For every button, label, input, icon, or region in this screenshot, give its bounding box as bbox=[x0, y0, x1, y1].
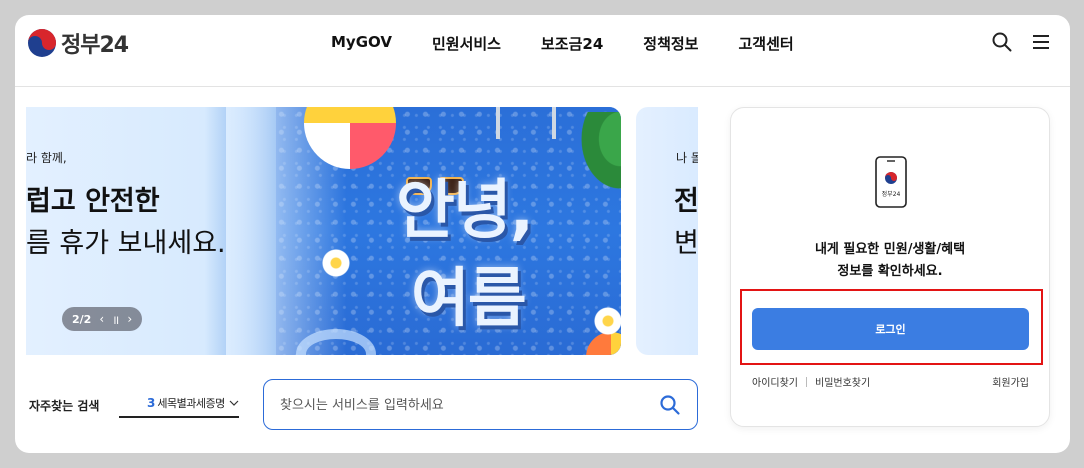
mobile-id-icon: 정부24 bbox=[875, 156, 907, 208]
phone-label: 정부24 bbox=[882, 191, 901, 198]
sign-up-link[interactable]: 회원가입 bbox=[992, 374, 1029, 389]
pool-ladder-image bbox=[496, 107, 556, 139]
banner-carousel: 라 함께, 럽고 안전한 름 휴가 보내세요. 안녕, 여름 2/2 ‹ ॥ ›… bbox=[26, 107, 698, 355]
flower-image bbox=[594, 307, 621, 335]
divider bbox=[806, 376, 807, 387]
service-search-box bbox=[263, 379, 698, 430]
find-id-link[interactable]: 아이디찾기 bbox=[752, 374, 798, 389]
banner-next-subtitle: 나 돌 bbox=[676, 151, 698, 165]
frequent-search-select[interactable]: 3 세목별과세증명 bbox=[119, 390, 239, 418]
pause-icon[interactable]: ॥ bbox=[112, 311, 119, 328]
browser-window: 정부24 MyGOV 민원서비스 보조금24 정책정보 고객센터 라 함께, 럽… bbox=[15, 15, 1070, 453]
login-message-line2: 정보를 확인하세요. bbox=[837, 264, 943, 279]
slide-counter: 2/2 bbox=[72, 312, 92, 326]
chevron-down-icon bbox=[229, 400, 239, 406]
login-message-line1: 내게 필요한 민원/생활/혜택 bbox=[814, 242, 966, 257]
banner-next-headline-2: 변 bbox=[674, 228, 698, 259]
palm-leaf-image bbox=[571, 112, 621, 202]
nav-item-customer-center[interactable]: 고객센터 bbox=[738, 33, 793, 54]
banner-subtitle: 라 함께, bbox=[26, 151, 67, 165]
nav-item-policy-info[interactable]: 정책정보 bbox=[643, 33, 698, 54]
search-icon[interactable] bbox=[659, 394, 681, 416]
main-nav: MyGOV 민원서비스 보조금24 정책정보 고객센터 bbox=[331, 33, 834, 54]
nav-item-civil-service[interactable]: 민원서비스 bbox=[432, 33, 501, 54]
nav-item-mygov[interactable]: MyGOV bbox=[331, 33, 392, 54]
banner-art-text-2: 여름 bbox=[411, 262, 527, 336]
menu-icon[interactable] bbox=[1030, 31, 1052, 53]
banner-headline-1: 럽고 안전한 bbox=[26, 186, 160, 217]
login-card: 정부24 내게 필요한 민원/생활/혜택 정보를 확인하세요. 로그인 아이디찾… bbox=[730, 107, 1050, 427]
banner-slide-summer[interactable]: 라 함께, 럽고 안전한 름 휴가 보내세요. 안녕, 여름 2/2 ‹ ॥ › bbox=[26, 107, 621, 355]
prev-slide-icon[interactable]: ‹ bbox=[99, 312, 104, 326]
site-header: 정부24 MyGOV 민원서비스 보조금24 정책정보 고객센터 bbox=[15, 15, 1070, 87]
frequent-search-label: 자주찾는 검색 bbox=[29, 399, 100, 413]
banner-headline-2: 름 휴가 보내세요. bbox=[26, 228, 226, 259]
nav-item-subsidy[interactable]: 보조금24 bbox=[541, 33, 603, 54]
banner-next-headline-1: 전 bbox=[674, 186, 698, 217]
search-icon[interactable] bbox=[991, 31, 1013, 53]
flower-image bbox=[322, 249, 350, 277]
banner-art-text-1: 안녕, bbox=[396, 174, 534, 248]
frequent-search-rank: 3 bbox=[147, 396, 156, 410]
logo-text: 정부24 bbox=[61, 33, 129, 58]
taegeuk-logo-icon bbox=[28, 29, 56, 57]
login-button[interactable]: 로그인 bbox=[752, 308, 1029, 350]
search-input[interactable] bbox=[280, 394, 640, 416]
banner-slide-next[interactable]: 나 돌 전 변 bbox=[636, 107, 698, 355]
next-slide-icon[interactable]: › bbox=[127, 312, 132, 326]
carousel-pager: 2/2 ‹ ॥ › bbox=[62, 307, 143, 331]
account-links: 아이디찾기 비밀번호찾기 회원가입 bbox=[752, 374, 1029, 389]
site-logo[interactable]: 정부24 bbox=[27, 27, 129, 59]
find-password-link[interactable]: 비밀번호찾기 bbox=[815, 374, 870, 389]
frequent-search-value: 세목별과세증명 bbox=[157, 397, 225, 410]
